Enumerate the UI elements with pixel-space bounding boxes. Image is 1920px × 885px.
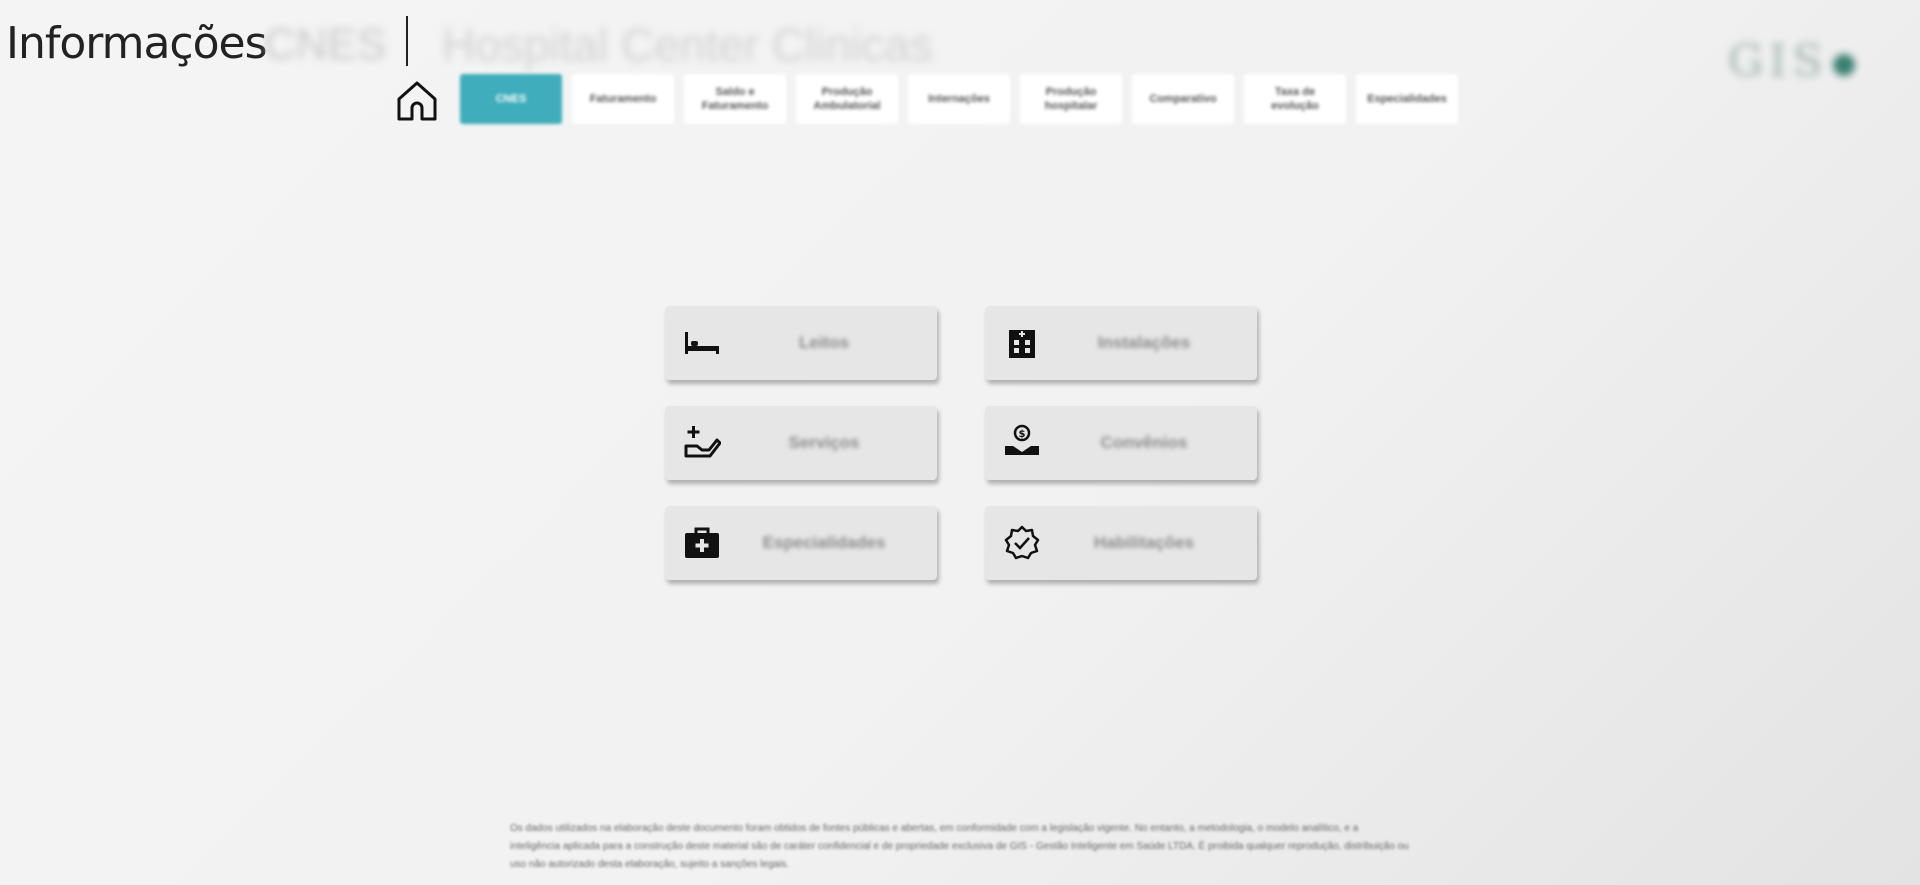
page-title: Informações xyxy=(6,18,268,69)
instalacoes-card[interactable]: Instalações xyxy=(985,306,1257,380)
convenios-label: Convênios xyxy=(1100,433,1188,452)
tab-comparativo[interactable]: Comparativo xyxy=(1132,74,1234,124)
medical-kit-icon xyxy=(683,524,721,562)
hand-coin-icon: $ xyxy=(1003,424,1041,462)
servicos-label: Serviços xyxy=(788,433,860,452)
especialidades-label: Especialidades xyxy=(762,533,886,552)
leitos-label: Leitos xyxy=(798,333,850,352)
leitos-card[interactable]: Leitos xyxy=(665,306,937,380)
tab-cnes[interactable]: CNES xyxy=(460,74,562,124)
home-button[interactable] xyxy=(394,78,440,124)
especialidades-card[interactable]: Especialidades xyxy=(665,506,937,580)
bed-icon xyxy=(683,324,721,362)
svg-text:$: $ xyxy=(1019,429,1026,440)
legal-disclaimer: Os dados utilizados na elaboração deste … xyxy=(510,823,1409,870)
tab-faturamento[interactable]: Faturamento xyxy=(572,74,674,124)
page-subtitle-code: CNES xyxy=(264,20,387,69)
convenios-card[interactable]: $ Convênios xyxy=(985,406,1257,480)
gis-logo: GIS xyxy=(1728,36,1855,87)
tab-producao-hospitalar[interactable]: Produção hospitalar xyxy=(1020,74,1122,124)
habilitacoes-card[interactable]: Habilitações xyxy=(985,506,1257,580)
home-icon xyxy=(397,81,437,121)
badge-check-icon xyxy=(1003,524,1041,562)
title-divider xyxy=(406,16,408,66)
logo-text: GIS xyxy=(1728,36,1829,87)
servicos-card[interactable]: Serviços xyxy=(665,406,937,480)
hand-plus-icon xyxy=(683,424,722,462)
habilitacoes-label: Habilitações xyxy=(1093,533,1195,552)
tab-taxa-evolucao[interactable]: Taxa de evolução xyxy=(1244,74,1346,124)
tab-especialidades[interactable]: Especialidades xyxy=(1356,74,1458,124)
hospital-building-icon xyxy=(1003,324,1041,362)
tab-internacoes[interactable]: Internações xyxy=(908,74,1010,124)
tab-saldo-faturamento[interactable]: Saldo e Faturamento xyxy=(684,74,786,124)
logo-dot-icon xyxy=(1832,53,1855,76)
hospital-name: Hospital Center Clinicas xyxy=(442,19,933,71)
instalacoes-label: Instalações xyxy=(1097,333,1191,352)
tab-producao-ambulatorial[interactable]: Produção Ambulatorial xyxy=(796,74,898,124)
